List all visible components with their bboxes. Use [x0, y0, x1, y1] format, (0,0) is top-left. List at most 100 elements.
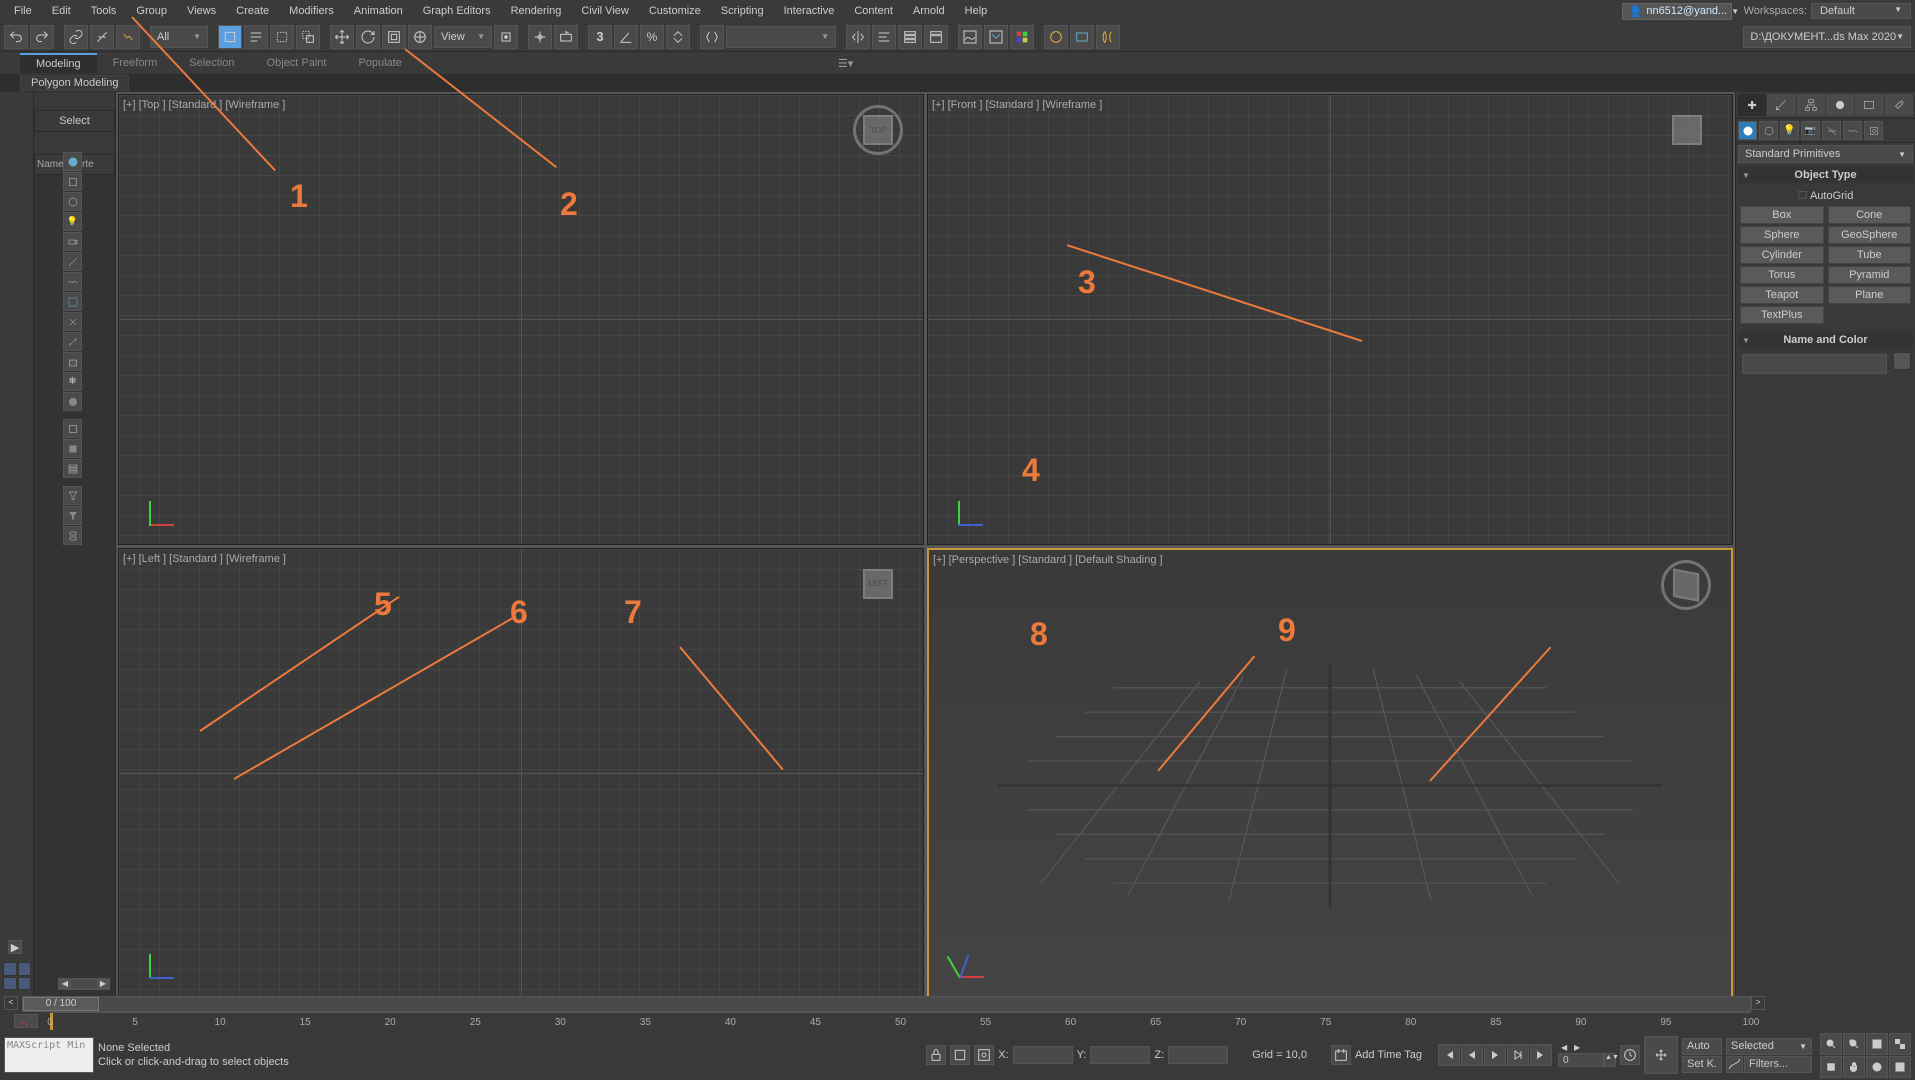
se-select-dependents[interactable]: [63, 459, 82, 478]
modify-tab[interactable]: [1767, 94, 1795, 116]
toggle-ribbon-button[interactable]: [924, 25, 948, 49]
undo-button[interactable]: [4, 25, 28, 49]
time-slider-handle[interactable]: 0 / 100: [23, 997, 99, 1011]
layer-explorer-button[interactable]: [898, 25, 922, 49]
se-hidden[interactable]: [63, 392, 82, 411]
geometry-category[interactable]: [1738, 121, 1757, 140]
material-editor-button[interactable]: [1010, 25, 1034, 49]
object-type-header[interactable]: ▼Object Type: [1738, 167, 1913, 183]
viewcube-perspective[interactable]: [1661, 560, 1711, 610]
se-display-children[interactable]: [63, 419, 82, 438]
menu-arnold[interactable]: Arnold: [903, 2, 955, 20]
se-shapes[interactable]: [63, 192, 82, 211]
render-button[interactable]: [1096, 25, 1120, 49]
maximize-viewport-button[interactable]: [1889, 1056, 1911, 1078]
primitive-dropdown[interactable]: Standard Primitives▼: [1738, 145, 1913, 163]
schematic-view-button[interactable]: [984, 25, 1008, 49]
rect-select-button[interactable]: [270, 25, 294, 49]
menu-content[interactable]: Content: [844, 2, 903, 20]
viewport-top-label[interactable]: [+] [Top ] [Standard ] [Wireframe ]: [123, 99, 285, 111]
auto-key-button[interactable]: Auto: [1682, 1038, 1722, 1055]
menu-rendering[interactable]: Rendering: [501, 2, 572, 20]
time-tag-icon[interactable]: [1331, 1045, 1351, 1065]
menu-views[interactable]: Views: [177, 2, 226, 20]
teapot-button[interactable]: Teapot: [1740, 286, 1824, 304]
zoom-button[interactable]: [1820, 1033, 1842, 1055]
se-edit-containers[interactable]: [63, 526, 82, 545]
scale-button[interactable]: [382, 25, 406, 49]
goto-end-button[interactable]: [1530, 1044, 1552, 1066]
ribbon-tab-object-paint[interactable]: Object Paint: [251, 54, 343, 72]
spinner-snap-button[interactable]: [666, 25, 690, 49]
spacewarps-category[interactable]: [1843, 121, 1862, 140]
curve-editor-button[interactable]: [958, 25, 982, 49]
tube-button[interactable]: Tube: [1828, 246, 1912, 264]
goto-start-button[interactable]: [1438, 1044, 1460, 1066]
explorer-scroll[interactable]: ◀▶: [58, 978, 110, 990]
display-tab[interactable]: [1855, 94, 1883, 116]
viewport-left-label[interactable]: [+] [Left ] [Standard ] [Wireframe ]: [123, 553, 286, 565]
shapes-category[interactable]: [1759, 121, 1778, 140]
link-button[interactable]: [64, 25, 88, 49]
viewport-front-label[interactable]: [+] [Front ] [Standard ] [Wireframe ]: [932, 99, 1102, 111]
set-key-button[interactable]: Set K.: [1682, 1056, 1722, 1073]
set-key-button-large[interactable]: [1644, 1036, 1678, 1074]
pan-button[interactable]: [1843, 1056, 1865, 1078]
se-frozen[interactable]: ❄: [63, 372, 82, 391]
menu-interactive[interactable]: Interactive: [774, 2, 845, 20]
create-tab[interactable]: ✚: [1738, 94, 1766, 116]
render-setup-button[interactable]: [1044, 25, 1068, 49]
menu-file[interactable]: File: [4, 2, 42, 20]
select-object-button[interactable]: [218, 25, 242, 49]
isolate-selection-button[interactable]: [950, 1045, 970, 1065]
object-name-input[interactable]: [1742, 354, 1887, 374]
current-frame-input[interactable]: 0: [1558, 1053, 1604, 1067]
key-mode-button[interactable]: [1726, 1056, 1743, 1073]
menu-group[interactable]: Group: [126, 2, 177, 20]
cameras-category[interactable]: 📷: [1801, 121, 1820, 140]
expand-explorer-button[interactable]: ▶: [8, 940, 22, 954]
cylinder-button[interactable]: Cylinder: [1740, 246, 1824, 264]
prev-frame-button[interactable]: [1461, 1044, 1483, 1066]
ref-coord-dropdown[interactable]: View▼: [434, 26, 492, 48]
viewport-front[interactable]: [+] [Front ] [Standard ] [Wireframe ]: [927, 94, 1733, 545]
orbit-button[interactable]: [1866, 1056, 1888, 1078]
viewcube-top[interactable]: TOP: [853, 105, 903, 155]
viewcube-front[interactable]: [1662, 105, 1712, 155]
se-geometry[interactable]: [63, 172, 82, 191]
x-coord-input[interactable]: [1013, 1046, 1073, 1064]
frame-spinner[interactable]: ▲▼: [1604, 1053, 1616, 1067]
torus-button[interactable]: Torus: [1740, 266, 1824, 284]
se-sync-selection[interactable]: [63, 506, 82, 525]
time-slider-right-arrow[interactable]: >: [1751, 996, 1765, 1010]
viewport-top[interactable]: [+] [Top ] [Standard ] [Wireframe ] TOP: [118, 94, 924, 545]
menu-help[interactable]: Help: [955, 2, 998, 20]
placement-button[interactable]: [408, 25, 432, 49]
se-groups[interactable]: [63, 292, 82, 311]
unlink-button[interactable]: [90, 25, 114, 49]
se-containers[interactable]: [63, 352, 82, 371]
se-spacewarps[interactable]: [63, 272, 82, 291]
se-cameras[interactable]: [63, 232, 82, 251]
menu-modifiers[interactable]: Modifiers: [279, 2, 344, 20]
polygon-modeling-panel[interactable]: Polygon Modeling: [20, 75, 129, 91]
systems-category[interactable]: [1864, 121, 1883, 140]
named-sets-button[interactable]: [700, 25, 724, 49]
ribbon-tab-freeform[interactable]: Freeform: [97, 54, 174, 72]
key-filters-button[interactable]: Filters...: [1744, 1056, 1812, 1073]
hierarchy-tab[interactable]: [1797, 94, 1825, 116]
motion-tab[interactable]: [1826, 94, 1854, 116]
user-account-button[interactable]: 👤 nn6512@yand... ▼: [1622, 3, 1732, 20]
document-path-dropdown[interactable]: D:\ДОКУМЕНТ...ds Max 2020▼: [1743, 26, 1911, 48]
ribbon-tab-selection[interactable]: Selection: [173, 54, 250, 72]
menu-scripting[interactable]: Scripting: [711, 2, 774, 20]
move-button[interactable]: [330, 25, 354, 49]
zoom-extents-all-button[interactable]: [1889, 1033, 1911, 1055]
ribbon-toggle-icon[interactable]: ☰▾: [838, 57, 853, 70]
mini-curve-editor-button[interactable]: [14, 1014, 38, 1028]
se-helpers[interactable]: [63, 252, 82, 271]
geosphere-button[interactable]: GeoSphere: [1828, 226, 1912, 244]
workspace-selector[interactable]: Default ▼: [1811, 3, 1911, 19]
time-ruler[interactable]: 0510152025303540455055606570758085909510…: [50, 1012, 1751, 1030]
helpers-category[interactable]: [1822, 121, 1841, 140]
